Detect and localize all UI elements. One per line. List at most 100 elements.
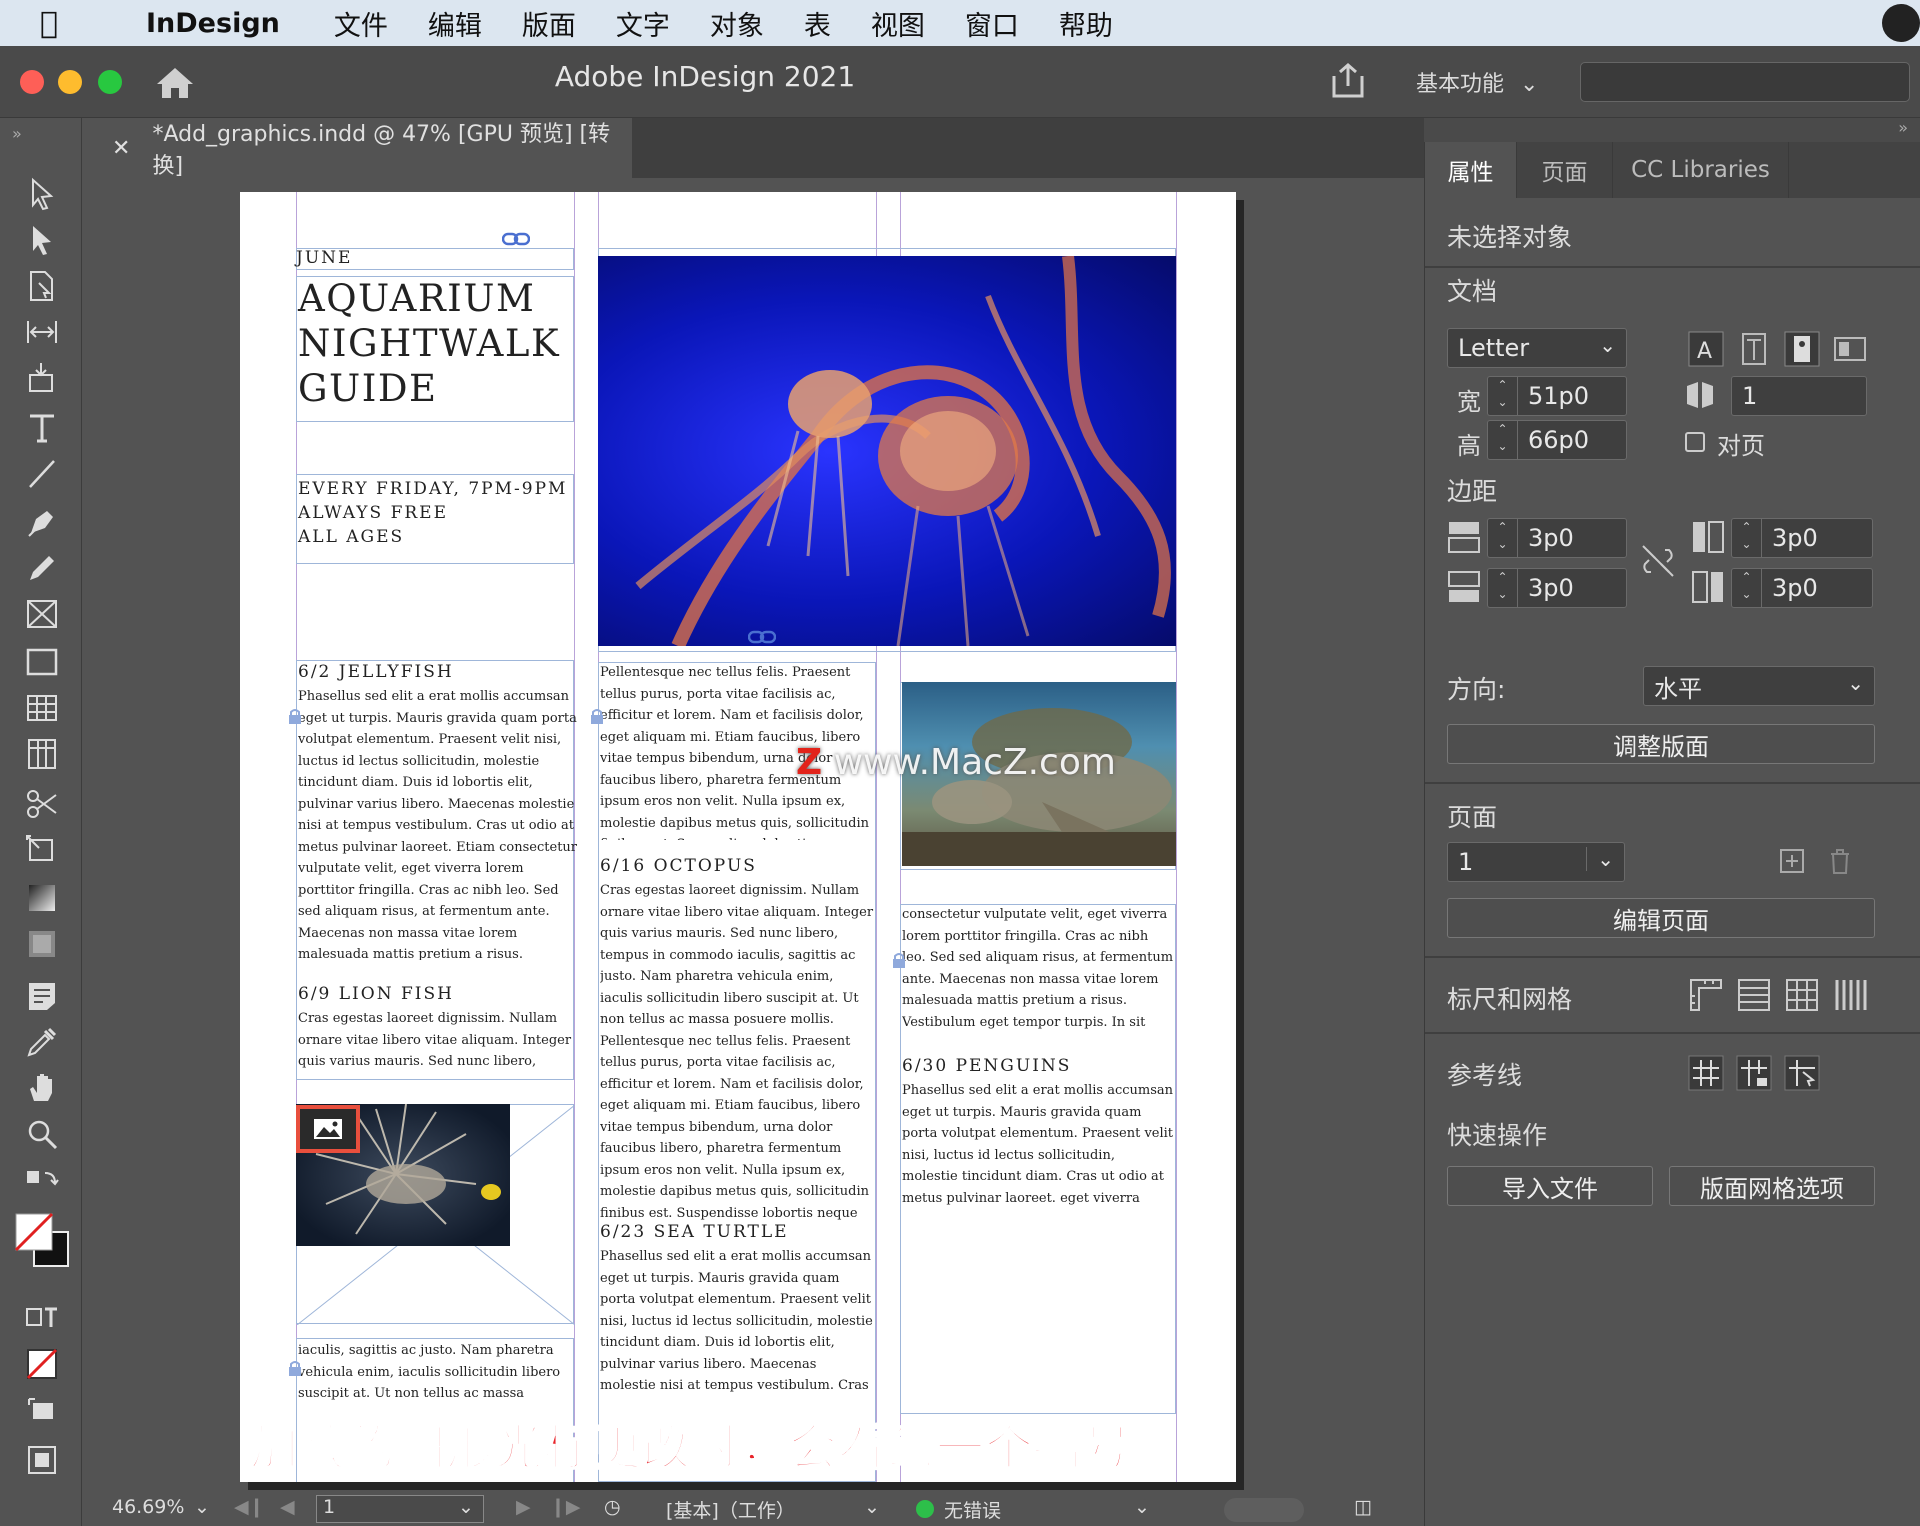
preflight-profile[interactable]: [基本]（工作） <box>666 1496 795 1523</box>
layout-grid-options-button[interactable]: 版面网格选项 <box>1669 1166 1875 1206</box>
status-menu-icon[interactable] <box>1882 4 1920 42</box>
horizontal-scrollbar[interactable] <box>1224 1498 1304 1522</box>
document-preset-select[interactable]: Letter ⌄ <box>1447 328 1627 368</box>
chevron-down-icon[interactable]: ⌄ <box>458 1496 474 1518</box>
unlink-margins-icon[interactable] <box>1639 542 1677 580</box>
direct-selection-tool-icon[interactable] <box>22 220 62 260</box>
gradient-feather-tool-icon[interactable] <box>22 924 62 964</box>
content-collector-tool-icon[interactable] <box>22 358 62 398</box>
link-icon[interactable] <box>748 630 776 644</box>
page-height-input[interactable]: ⌃ ⌄ 66p0 <box>1487 420 1627 460</box>
fill-stroke-swatch-icon[interactable] <box>12 1210 72 1270</box>
page-width-input[interactable]: ⌃ ⌄ 51p0 <box>1487 376 1627 416</box>
menu-type[interactable]: 文字 <box>616 4 670 43</box>
facing-pages-checkbox[interactable] <box>1685 432 1705 452</box>
swap-fill-stroke-icon[interactable] <box>22 1164 62 1204</box>
stepper-icon[interactable]: ⌃ ⌄ <box>1488 569 1518 607</box>
vertical-writing-icon[interactable] <box>1735 330 1773 368</box>
menu-app-name[interactable]: InDesign <box>146 8 280 39</box>
margin-bottom-input[interactable]: ⌃ ⌄ 3p0 <box>1487 568 1627 608</box>
next-page-icon[interactable]: ▶ <box>516 1496 531 1518</box>
add-page-icon[interactable] <box>1777 846 1807 876</box>
portrait-orientation-icon[interactable] <box>1783 330 1821 368</box>
scissors-tool-icon[interactable] <box>22 784 62 824</box>
free-transform-tool-icon[interactable] <box>22 830 62 870</box>
tab-properties[interactable]: 属性 <box>1425 142 1517 198</box>
layout-grid-icon[interactable] <box>1831 976 1869 1014</box>
pencil-tool-icon[interactable] <box>22 548 62 588</box>
gap-tool-icon[interactable] <box>22 312 62 352</box>
chevron-down-icon[interactable]: ⌄ <box>1134 1496 1150 1518</box>
number-of-pages-input[interactable]: 1 <box>1731 376 1867 416</box>
stepper-icon[interactable]: ⌃ ⌄ <box>1488 519 1518 557</box>
chevron-down-icon[interactable]: ⌄ <box>194 1496 210 1518</box>
menu-table[interactable]: 表 <box>804 4 831 43</box>
show-guides-icon[interactable] <box>1687 1054 1725 1092</box>
menu-window[interactable]: 窗口 <box>965 4 1019 43</box>
stepper-icon[interactable]: ⌃ ⌄ <box>1488 421 1518 459</box>
tab-cc-libraries[interactable]: CC Libraries <box>1613 142 1789 198</box>
first-page-icon[interactable]: ◀❙ <box>234 1496 265 1518</box>
baseline-grid-icon[interactable] <box>1735 976 1773 1014</box>
menu-view[interactable]: 视图 <box>871 4 925 43</box>
adjust-layout-button[interactable]: 调整版面 <box>1447 724 1875 764</box>
selection-tool-icon[interactable] <box>22 174 62 214</box>
margin-top-input[interactable]: ⌃ ⌄ 3p0 <box>1487 518 1627 558</box>
eyedropper-tool-icon[interactable] <box>22 1022 62 1062</box>
menu-help[interactable]: 帮助 <box>1059 4 1113 43</box>
edit-page-button[interactable]: 编辑页面 <box>1447 898 1875 938</box>
chevron-down-icon[interactable]: ⌄ <box>864 1496 880 1518</box>
menu-edit[interactable]: 编辑 <box>428 4 482 43</box>
previous-page-icon[interactable]: ◀ <box>280 1496 295 1518</box>
delete-page-icon[interactable] <box>1825 846 1855 876</box>
close-icon[interactable]: ✕ <box>112 136 130 161</box>
type-tool-icon[interactable] <box>22 408 62 448</box>
search-input[interactable] <box>1580 62 1910 102</box>
apple-icon[interactable]:  <box>40 6 96 41</box>
hand-tool-icon[interactable] <box>22 1068 62 1108</box>
apply-none-icon[interactable] <box>22 1344 62 1384</box>
last-page-icon[interactable]: ❙▶ <box>550 1496 581 1518</box>
page-select[interactable]: 1 ⌄ <box>1447 842 1625 882</box>
split-view-icon[interactable]: ◫ <box>1354 1496 1372 1518</box>
import-file-button[interactable]: 导入文件 <box>1447 1166 1653 1206</box>
screen-mode-icon[interactable] <box>22 1390 62 1430</box>
page-tool-icon[interactable] <box>22 266 62 306</box>
note-tool-icon[interactable] <box>22 976 62 1016</box>
preview-mode-icon[interactable] <box>22 1440 62 1480</box>
line-tool-icon[interactable] <box>22 454 62 494</box>
document-tab[interactable]: ✕ *Add_graphics.indd @ 47% [GPU 预览] [转换] <box>84 118 632 179</box>
grid-tool-icon[interactable] <box>22 734 62 774</box>
table-tool-icon[interactable] <box>22 688 62 728</box>
zoom-tool-icon[interactable] <box>22 1114 62 1154</box>
menu-layout[interactable]: 版面 <box>522 4 576 43</box>
workspace-switcher[interactable]: 基本功能 ⌄ <box>1416 66 1538 98</box>
rectangle-tool-icon[interactable] <box>22 642 62 682</box>
horizontal-writing-icon[interactable]: A <box>1687 330 1725 368</box>
document-grid-icon[interactable] <box>1783 976 1821 1014</box>
pen-tool-icon[interactable] <box>22 502 62 542</box>
link-icon[interactable] <box>502 232 530 246</box>
smart-guides-icon[interactable] <box>1783 1054 1821 1092</box>
expand-panel-icon[interactable]: » <box>12 124 22 143</box>
stepper-icon[interactable]: ⌃ ⌄ <box>1488 377 1518 415</box>
menu-object[interactable]: 对象 <box>710 4 764 43</box>
formatting-container-icon[interactable] <box>22 1298 62 1338</box>
stepper-icon[interactable]: ⌃ ⌄ <box>1732 569 1762 607</box>
zoom-level[interactable]: 46.69% <box>112 1496 184 1518</box>
margin-left-input[interactable]: ⌃ ⌄ 3p0 <box>1731 518 1873 558</box>
collapse-panel-icon[interactable]: » <box>1898 118 1908 137</box>
share-icon[interactable] <box>1330 62 1366 100</box>
tab-pages[interactable]: 页面 <box>1517 142 1613 198</box>
margin-right-input[interactable]: ⌃ ⌄ 3p0 <box>1731 568 1873 608</box>
menu-file[interactable]: 文件 <box>334 4 388 43</box>
stepper-icon[interactable]: ⌃ ⌄ <box>1732 519 1762 557</box>
document-page[interactable]: JUNE AQUARIUM NIGHTWALK GUIDE EVERY FRID… <box>240 192 1236 1482</box>
open-document-page-icon[interactable]: ◷ <box>604 1496 621 1518</box>
ruler-icon[interactable] <box>1687 976 1725 1014</box>
jellyfish-image[interactable] <box>598 256 1176 646</box>
gradient-swatch-tool-icon[interactable] <box>22 878 62 918</box>
lock-guides-icon[interactable] <box>1735 1054 1773 1092</box>
rectangle-frame-tool-icon[interactable] <box>22 594 62 634</box>
panel-collapse-bar[interactable]: » <box>1424 118 1920 142</box>
